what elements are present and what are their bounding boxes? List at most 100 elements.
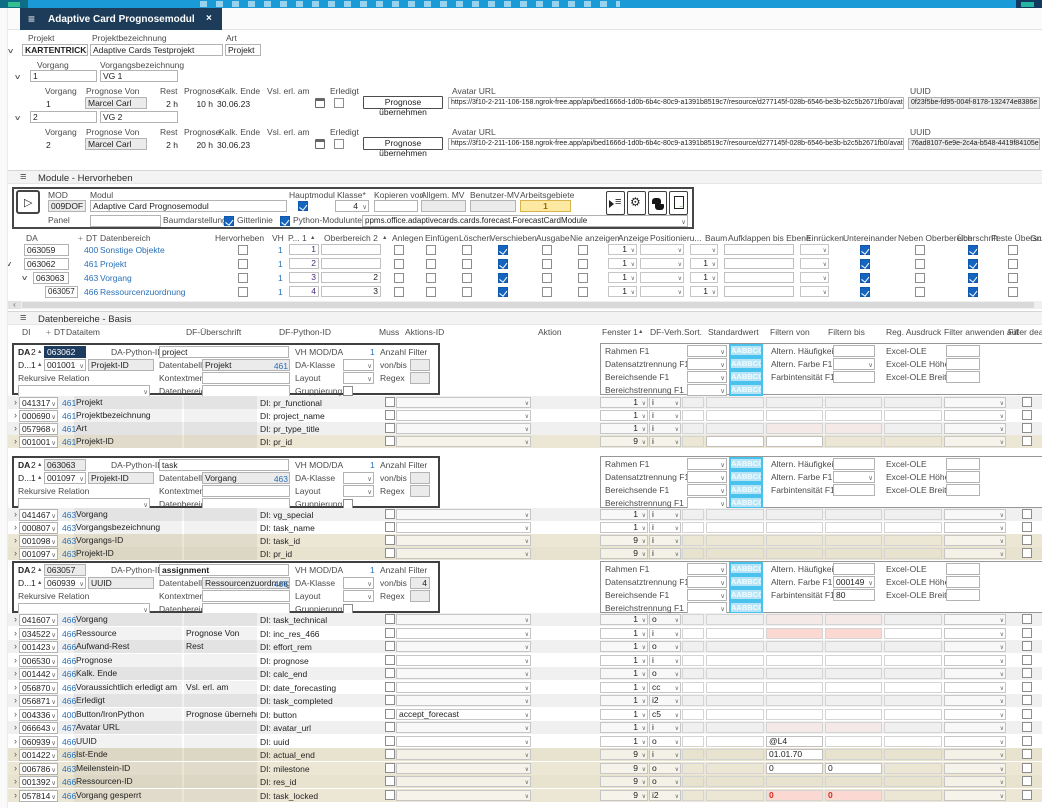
reg-ausdruck-cell[interactable] (884, 509, 942, 520)
reg-ausdruck-cell[interactable] (884, 641, 942, 652)
erledigt-checkbox[interactable] (334, 98, 344, 108)
fenster-select[interactable]: 1 (600, 423, 648, 434)
kontextmenu-field[interactable] (202, 485, 290, 497)
expand-icon[interactable]: ∨ (14, 73, 22, 81)
von-bis-field[interactable]: 4 (410, 577, 430, 589)
di-id-select[interactable]: 001097 (19, 548, 58, 560)
calendar-icon[interactable] (315, 98, 325, 108)
regex-field[interactable] (410, 372, 430, 384)
di-id-select[interactable]: 001097 (44, 472, 86, 484)
untereinander-checkbox[interactable] (860, 245, 870, 255)
filter-anwenden-select[interactable] (944, 641, 1006, 652)
feste-ueberschrift-checkbox[interactable] (1008, 259, 1018, 269)
nie-anzeigen-checkbox[interactable] (578, 273, 588, 283)
d-sort[interactable]: 1 (31, 578, 36, 588)
filter-deak-checkbox[interactable] (1022, 641, 1032, 651)
df-verh-select[interactable]: i (649, 436, 681, 447)
filter-deak-checkbox[interactable] (1022, 397, 1032, 407)
filter-anwenden-select[interactable] (944, 749, 1006, 760)
anzeige-select[interactable]: 1 (608, 286, 637, 297)
datenbereich-link[interactable]: Sonstige Objekte (100, 245, 165, 255)
da-sort[interactable]: 2 (31, 565, 36, 575)
standardwert-cell[interactable] (706, 628, 764, 639)
filter-anwenden-select[interactable] (944, 410, 1006, 421)
di-id-select[interactable]: 056870 (19, 682, 58, 694)
tab-adaptive-card[interactable]: ≡ Adaptive Card Prognosemodul × (20, 8, 222, 30)
filtern-von-cell[interactable] (766, 522, 823, 533)
muss-checkbox[interactable] (385, 397, 395, 407)
sort-cell[interactable] (682, 535, 704, 546)
chevron-right-icon[interactable]: › (14, 777, 17, 786)
layout-select[interactable] (343, 590, 374, 602)
ueberschrift-checkbox[interactable] (968, 259, 978, 269)
da-klasse-select[interactable] (343, 359, 374, 371)
filtern-bis-cell[interactable] (825, 682, 882, 693)
satz-select[interactable] (687, 576, 727, 588)
muss-checkbox[interactable] (385, 776, 395, 786)
excel-breite-field[interactable] (946, 371, 980, 383)
muss-checkbox[interactable] (385, 763, 395, 773)
ausgabe-checkbox[interactable] (542, 259, 552, 269)
untereinander-checkbox[interactable] (860, 259, 870, 269)
muss-checkbox[interactable] (385, 548, 395, 558)
di-id-select[interactable]: 060939 (19, 736, 58, 748)
anzeige-select[interactable]: 1 (608, 244, 637, 255)
expand-icon[interactable]: ∨ (21, 274, 29, 282)
filtern-bis-cell[interactable] (825, 535, 882, 546)
chevron-right-icon[interactable]: › (14, 629, 17, 638)
p-cell[interactable]: 4 (289, 286, 319, 297)
excel-hoehe-field[interactable] (946, 471, 980, 483)
fenster-select[interactable]: 9 (600, 749, 648, 760)
fenster-select[interactable]: 1 (600, 509, 648, 520)
standardwert-cell[interactable] (706, 682, 764, 693)
d-sort[interactable]: 1 (31, 360, 36, 370)
filter-deak-checkbox[interactable] (1022, 535, 1032, 545)
filter-anwenden-select[interactable] (944, 763, 1006, 774)
bende-farbe-field[interactable]: AABBCC (729, 588, 763, 601)
di-id-select[interactable]: 004336 (19, 709, 58, 721)
excel-hoehe-field[interactable] (946, 358, 980, 370)
standardwert-cell[interactable] (706, 709, 764, 720)
filter-deak-checkbox[interactable] (1022, 763, 1032, 773)
chevron-right-icon[interactable]: › (14, 437, 17, 446)
einruecken-select[interactable] (800, 258, 829, 269)
hervorheben-checkbox[interactable] (238, 245, 248, 255)
close-icon[interactable]: × (206, 13, 212, 24)
chevron-right-icon[interactable]: › (14, 791, 17, 800)
sort-cell[interactable] (682, 763, 704, 774)
reg-ausdruck-cell[interactable] (884, 749, 942, 760)
chevron-right-icon[interactable]: › (14, 737, 17, 746)
reg-ausdruck-cell[interactable] (884, 436, 942, 447)
muss-checkbox[interactable] (385, 668, 395, 678)
filter-deak-checkbox[interactable] (1022, 668, 1032, 678)
excel-ole-field[interactable] (946, 563, 980, 575)
oberbereich-cell[interactable]: 2 (321, 272, 381, 283)
aktions-id-select[interactable] (396, 410, 531, 421)
fenster-select[interactable]: 1 (600, 655, 648, 666)
aufklappen-cell[interactable] (724, 258, 794, 269)
btrenn-farbe-field[interactable]: AABBCC (729, 383, 763, 396)
reg-ausdruck-cell[interactable] (884, 614, 942, 625)
einfuegen-checkbox[interactable] (426, 245, 436, 255)
filter-deak-checkbox[interactable] (1022, 614, 1032, 624)
da-field[interactable]: 063057 (45, 286, 78, 298)
standardwert-cell[interactable] (706, 749, 764, 760)
df-verh-select[interactable]: i (649, 509, 681, 520)
sort-cell[interactable] (682, 695, 704, 706)
di-name-field[interactable]: Projekt-ID (88, 472, 154, 484)
einruecken-select[interactable] (800, 272, 829, 283)
fenster-select[interactable]: 1 (600, 628, 648, 639)
sort-cell[interactable] (682, 522, 704, 533)
filtern-von-cell[interactable] (766, 641, 823, 652)
da-field[interactable]: 063062 (24, 258, 69, 270)
bende-select[interactable] (687, 589, 727, 601)
modul-field[interactable]: Adaptive Card Prognosemodul (90, 200, 287, 212)
filtern-von-cell[interactable] (766, 410, 823, 421)
hamburger-icon[interactable]: ≡ (20, 312, 26, 324)
fenster-select[interactable]: 1 (600, 695, 648, 706)
chevron-right-icon[interactable]: › (14, 656, 17, 665)
haeufigkeit-field[interactable] (833, 563, 875, 575)
sort-cell[interactable] (682, 668, 704, 679)
reg-ausdruck-cell[interactable] (884, 410, 942, 421)
export-button[interactable] (669, 191, 688, 215)
